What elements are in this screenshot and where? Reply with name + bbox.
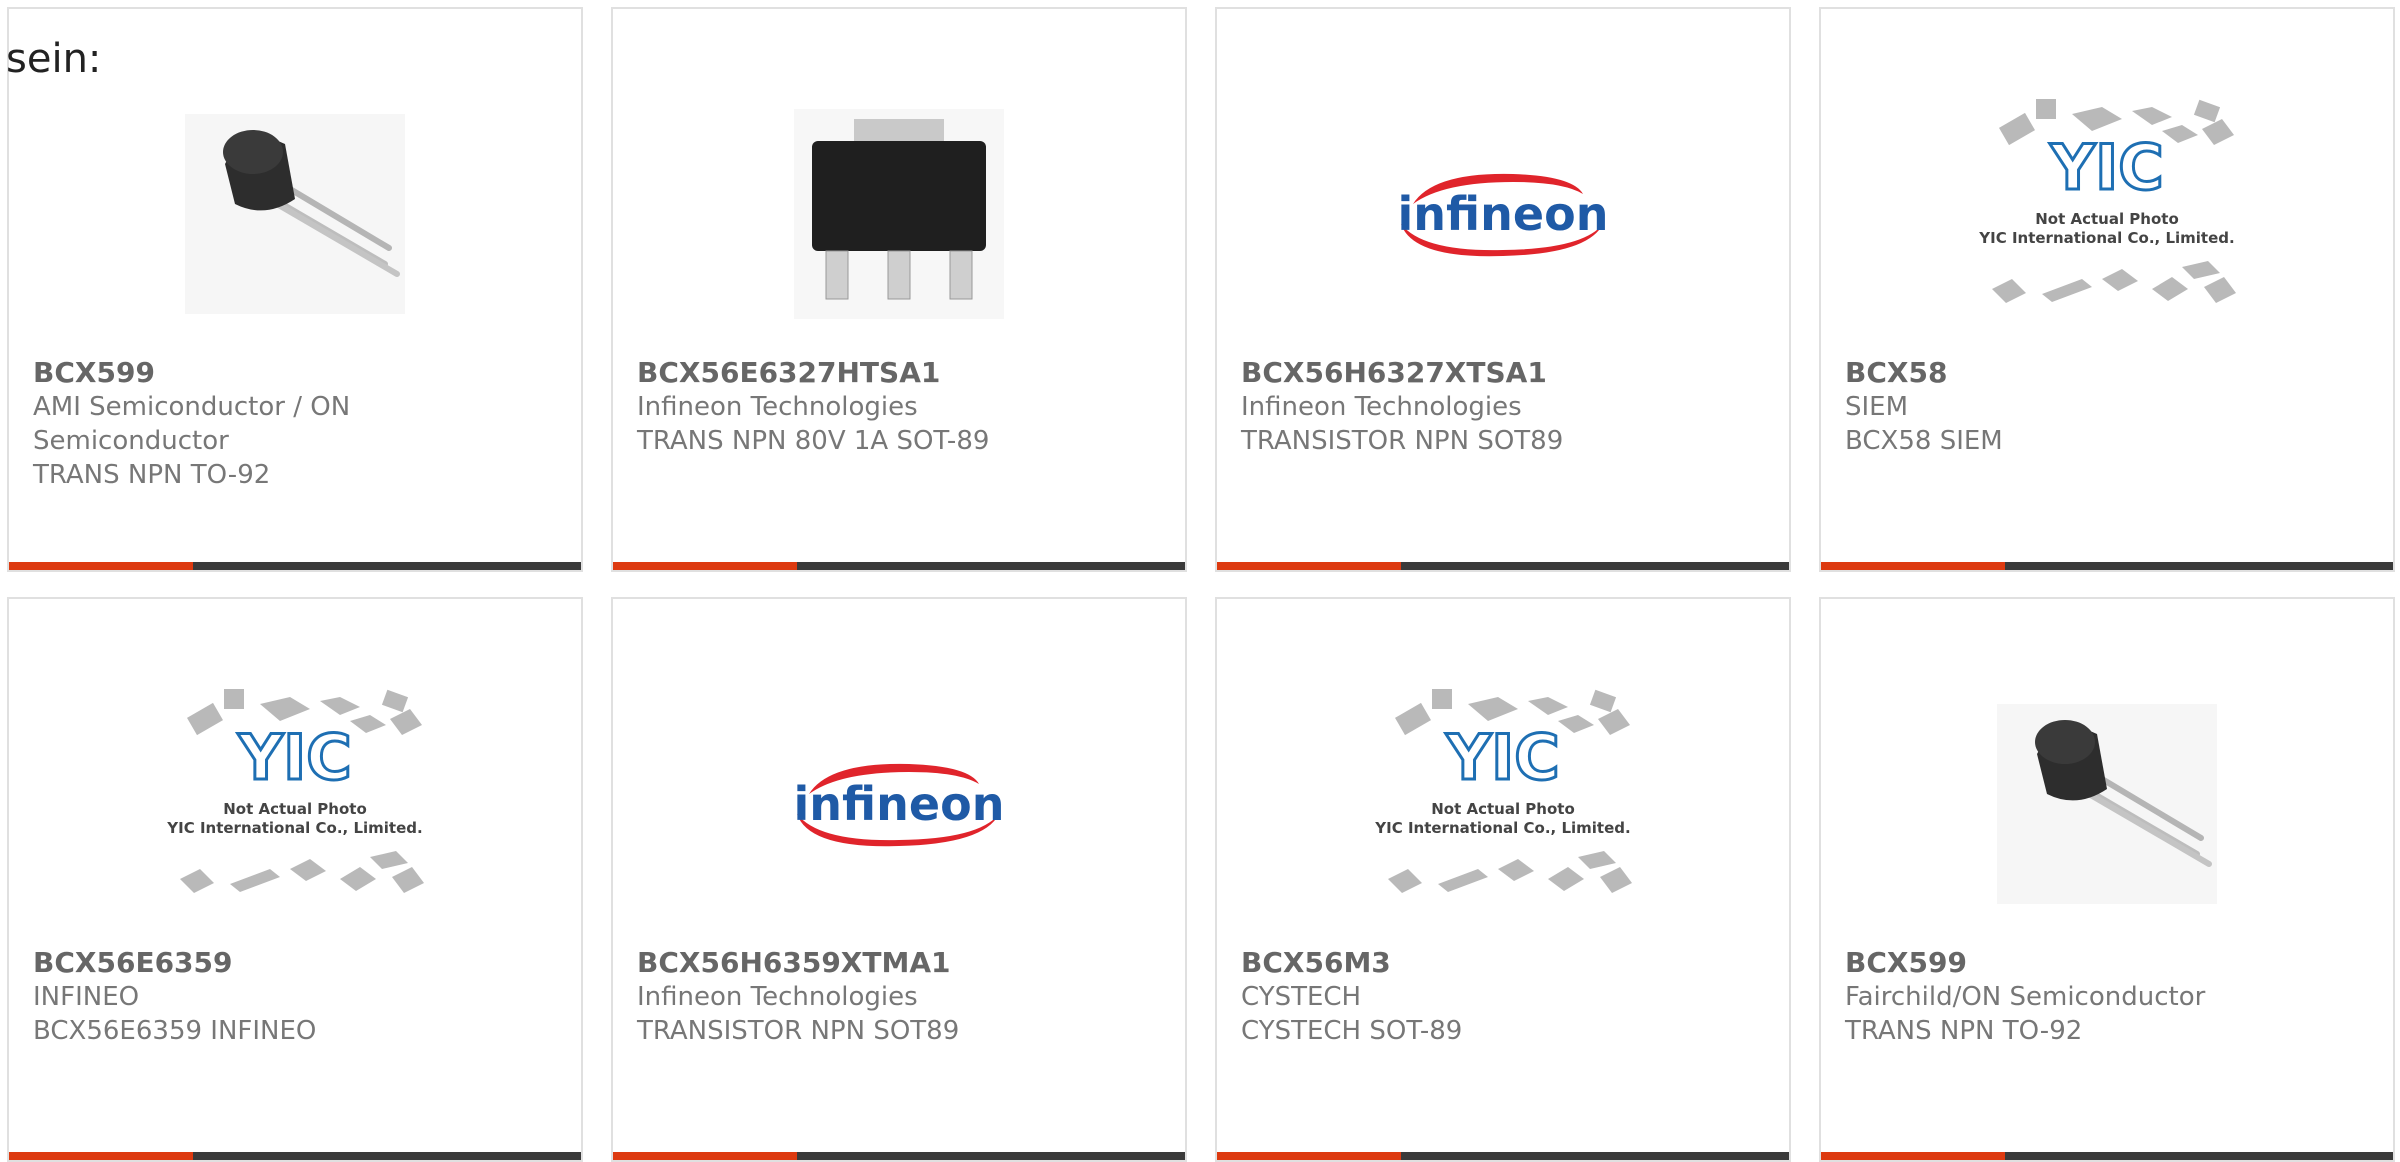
description: CYSTECH SOT-89: [1241, 1016, 1463, 1046]
card-footer-bar: [1821, 562, 2393, 570]
description: TRANS NPN TO-92: [1845, 1016, 2083, 1046]
manufacturer: Infineon Technologies: [637, 392, 918, 422]
product-card[interactable]: infineon BCX56H6359XTMA1 Infineon Techno…: [611, 597, 1187, 1162]
placeholder-line2: YIC International Co., Limited.: [1374, 819, 1630, 837]
product-card[interactable]: YIC Not Actual Photo YIC International C…: [1215, 597, 1791, 1162]
card-footer-bar: [613, 562, 1185, 570]
card-footer-bar: [1217, 562, 1789, 570]
yic-brand-text: YIC: [237, 721, 351, 794]
yic-brand-text: YIC: [1445, 721, 1559, 794]
product-image: YIC Not Actual Photo YIC International C…: [1363, 669, 1643, 939]
product-image: YIC Not Actual Photo YIC International C…: [1967, 79, 2247, 349]
product-card[interactable]: BCX56E6327HTSA1 Infineon Technologies TR…: [611, 7, 1187, 572]
part-number[interactable]: BCX56E6359: [33, 946, 553, 980]
part-number[interactable]: BCX599: [1845, 946, 2365, 980]
description: TRANSISTOR NPN SOT89: [637, 1016, 960, 1046]
description: TRANS NPN TO-92: [33, 460, 271, 490]
part-number[interactable]: BCX58: [1845, 356, 2365, 390]
infineon-logo-icon: infineon: [1398, 173, 1609, 257]
card-footer-bar: [1217, 1152, 1789, 1160]
manufacturer: AMI Semiconductor / ON Semiconductor: [33, 392, 351, 456]
placeholder-line2: YIC International Co., Limited.: [166, 819, 422, 837]
part-number[interactable]: BCX599: [33, 356, 553, 390]
card-footer-bar: [9, 562, 581, 570]
manufacturer: Infineon Technologies: [1241, 392, 1522, 422]
infineon-logo-text: infineon: [1398, 187, 1609, 241]
product-card[interactable]: YIC Not Actual Photo YIC International C…: [1819, 7, 2395, 572]
product-card[interactable]: BCX599 AMI Semiconductor / ON Semiconduc…: [7, 7, 583, 572]
manufacturer: CYSTECH: [1241, 982, 1362, 1012]
placeholder-line2: YIC International Co., Limited.: [1978, 229, 2234, 247]
yic-placeholder-icon: YIC Not Actual Photo YIC International C…: [166, 689, 424, 893]
product-image: [155, 79, 435, 349]
product-card[interactable]: infineon BCX56H6327XTSA1 Infineon Techno…: [1215, 7, 1791, 572]
card-footer-bar: [1821, 1152, 2393, 1160]
part-number[interactable]: BCX56M3: [1241, 946, 1761, 980]
to92-transistor-icon: [1997, 704, 2217, 904]
part-number[interactable]: BCX56H6327XTSA1: [1241, 356, 1761, 390]
part-number[interactable]: BCX56H6359XTMA1: [637, 946, 1157, 980]
card-footer-bar: [9, 1152, 581, 1160]
product-card[interactable]: YIC Not Actual Photo YIC International C…: [7, 597, 583, 1162]
yic-brand-text: YIC: [2049, 131, 2163, 204]
manufacturer: SIEM: [1845, 392, 1909, 422]
infineon-logo-text: infineon: [794, 777, 1005, 831]
description: TRANS NPN 80V 1A SOT-89: [637, 426, 990, 456]
to92-transistor-icon: [185, 114, 405, 314]
placeholder-line1: Not Actual Photo: [2035, 210, 2179, 228]
description: BCX58 SIEM: [1845, 426, 2003, 456]
yic-placeholder-icon: YIC Not Actual Photo YIC International C…: [1978, 99, 2236, 303]
card-footer-bar: [613, 1152, 1185, 1160]
placeholder-line1: Not Actual Photo: [223, 800, 367, 818]
sot89-package-icon: [794, 109, 1004, 319]
description: BCX56E6359 INFINEO: [33, 1016, 317, 1046]
product-image: [1967, 669, 2247, 939]
product-image: infineon: [759, 669, 1039, 939]
manufacturer: Infineon Technologies: [637, 982, 918, 1012]
product-image: YIC Not Actual Photo YIC International C…: [155, 669, 435, 939]
manufacturer: INFINEO: [33, 982, 140, 1012]
product-image: [759, 79, 1039, 349]
manufacturer: Fairchild/ON Semiconductor: [1845, 982, 2206, 1012]
infineon-logo-icon: infineon: [794, 763, 1005, 847]
part-number[interactable]: BCX56E6327HTSA1: [637, 356, 1157, 390]
product-image: infineon: [1363, 79, 1643, 349]
yic-placeholder-icon: YIC Not Actual Photo YIC International C…: [1374, 689, 1632, 893]
placeholder-line1: Not Actual Photo: [1431, 800, 1575, 818]
description: TRANSISTOR NPN SOT89: [1241, 426, 1564, 456]
product-card[interactable]: BCX599 Fairchild/ON Semiconductor TRANS …: [1819, 597, 2395, 1162]
intro-text: sein:: [6, 36, 102, 82]
